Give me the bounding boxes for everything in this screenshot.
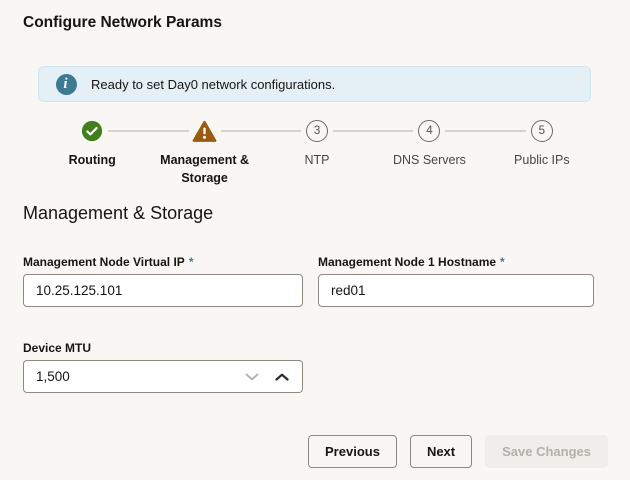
step-connector bbox=[445, 130, 525, 132]
step-connector bbox=[108, 130, 188, 132]
warning-triangle-icon bbox=[192, 119, 217, 143]
field-label: Management Node Virtual IP * bbox=[23, 255, 303, 269]
check-circle-icon bbox=[81, 119, 103, 143]
section-heading: Management & Storage bbox=[23, 203, 213, 224]
step-label: Routing bbox=[69, 151, 116, 169]
next-button[interactable]: Next bbox=[410, 435, 472, 468]
info-icon: i bbox=[56, 74, 77, 95]
save-changes-button[interactable]: Save Changes bbox=[485, 435, 608, 468]
step-label: Management & Storage bbox=[153, 151, 257, 187]
required-asterisk: * bbox=[189, 255, 194, 269]
step-connector bbox=[333, 130, 413, 132]
chevron-down-icon bbox=[245, 373, 259, 381]
field-label: Management Node 1 Hostname * bbox=[318, 255, 594, 269]
mtu-increment-button[interactable] bbox=[269, 360, 295, 393]
mtu-decrement-button[interactable] bbox=[239, 360, 265, 393]
field-mgmt-node-1-hostname: Management Node 1 Hostname * bbox=[318, 255, 594, 307]
mgmt-node-1-hostname-input[interactable] bbox=[318, 274, 594, 307]
step-number-badge: 4 bbox=[418, 120, 440, 142]
field-mgmt-node-virtual-ip: Management Node Virtual IP * bbox=[23, 255, 303, 307]
form-row: Management Node Virtual IP * Management N… bbox=[23, 255, 594, 307]
mgmt-node-virtual-ip-input[interactable] bbox=[23, 274, 303, 307]
banner-message: Ready to set Day0 network configurations… bbox=[91, 77, 335, 92]
action-bar: Previous Next Save Changes bbox=[308, 435, 608, 468]
field-device-mtu: Device MTU bbox=[23, 341, 303, 393]
info-banner: i Ready to set Day0 network configuratio… bbox=[38, 66, 591, 102]
required-asterisk: * bbox=[500, 255, 505, 269]
step-label: DNS Servers bbox=[393, 151, 466, 169]
step-number-badge: 5 bbox=[531, 120, 553, 142]
page-title: Configure Network Params bbox=[23, 14, 222, 32]
field-label-text: Management Node 1 Hostname bbox=[318, 255, 496, 269]
step-label: Public IPs bbox=[514, 151, 570, 169]
field-label-text: Management Node Virtual IP bbox=[23, 255, 185, 269]
wizard-stepper: Routing Management & Storage 3 NTP 4 DNS… bbox=[36, 119, 598, 187]
step-number-badge: 3 bbox=[306, 120, 328, 142]
step-label: NTP bbox=[305, 151, 330, 169]
chevron-up-icon bbox=[275, 373, 289, 381]
field-label-text: Device MTU bbox=[23, 341, 91, 355]
previous-button[interactable]: Previous bbox=[308, 435, 397, 468]
field-label: Device MTU bbox=[23, 341, 303, 355]
step-connector bbox=[221, 130, 301, 132]
